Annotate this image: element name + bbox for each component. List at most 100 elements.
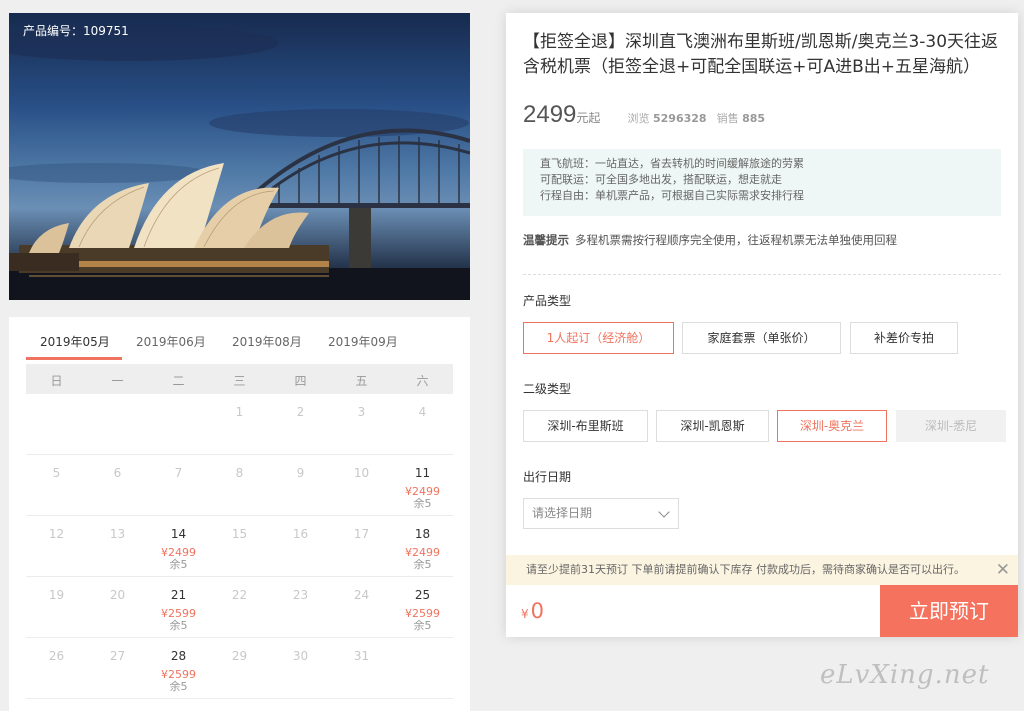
calendar-day: 19 bbox=[26, 577, 87, 638]
day-number: 4 bbox=[418, 405, 427, 419]
divider bbox=[523, 274, 1001, 275]
calendar-week-row: 5 6 7 8 9 10 11 ¥2499 余5 bbox=[26, 455, 453, 516]
product-panel: 【拒签全退】深圳直飞澳洲布里斯班/凯恩斯/奥克兰3-30天往返含税机票（拒签全退… bbox=[506, 13, 1018, 637]
calendar-day-available[interactable]: 25 ¥2599 余5 bbox=[392, 577, 453, 638]
option-single-economy[interactable]: 1人起订（经济舱） bbox=[523, 322, 674, 354]
travel-date-select[interactable]: 请选择日期 bbox=[523, 498, 679, 529]
calendar-day: 10 bbox=[331, 455, 392, 516]
calendar-day: 13 bbox=[87, 516, 148, 577]
day-number: 2 bbox=[296, 405, 305, 419]
calendar-day: 4 bbox=[392, 394, 453, 455]
day-number: 19 bbox=[48, 588, 65, 602]
currency-symbol: ¥ bbox=[521, 607, 529, 621]
calendar-day bbox=[392, 638, 453, 699]
day-number: 16 bbox=[292, 527, 309, 541]
calendar-day bbox=[26, 394, 87, 455]
tab-month-2019-09[interactable]: 2019年09月 bbox=[328, 333, 398, 350]
views-label: 浏览 bbox=[627, 112, 650, 125]
weekday-header: 日 一 二 三 四 五 六 bbox=[26, 364, 453, 394]
calendar-day: 24 bbox=[331, 577, 392, 638]
day-number: 27 bbox=[109, 649, 126, 663]
day-number: 30 bbox=[292, 649, 309, 663]
sales-label: 销售 bbox=[716, 112, 739, 125]
option-family-package[interactable]: 家庭套票（单张价） bbox=[682, 322, 841, 354]
day-number: 13 bbox=[109, 527, 126, 541]
day-stock: 余5 bbox=[169, 680, 188, 693]
calendar-week-row: 1 2 3 4 bbox=[26, 394, 453, 455]
day-number: 6 bbox=[113, 466, 122, 480]
option-shenzhen-auckland[interactable]: 深圳-奥克兰 bbox=[777, 410, 887, 442]
reminder: 温馨提示 多程机票需按行程顺序完全使用，往返程机票无法单独使用回程 bbox=[523, 232, 897, 248]
views-count: 5296328 bbox=[653, 112, 707, 125]
calendar-day: 1 bbox=[209, 394, 270, 455]
tab-month-2019-06[interactable]: 2019年06月 bbox=[136, 333, 206, 350]
option-shenzhen-brisbane[interactable]: 深圳-布里斯班 bbox=[523, 410, 648, 442]
price-row: 2499元起 浏览 5296328 销售 885 bbox=[523, 101, 775, 129]
travel-date-label: 出行日期 bbox=[523, 470, 572, 484]
day-stock: 余5 bbox=[413, 558, 432, 571]
day-number: 10 bbox=[353, 466, 370, 480]
option-shenzhen-cairns[interactable]: 深圳-凯恩斯 bbox=[656, 410, 769, 442]
close-icon[interactable]: ✕ bbox=[996, 555, 1010, 585]
calendar-day-available[interactable]: 21 ¥2599 余5 bbox=[148, 577, 209, 638]
calendar-day: 3 bbox=[331, 394, 392, 455]
weekday-sat: 六 bbox=[416, 374, 429, 388]
calendar-day-available[interactable]: 18 ¥2499 余5 bbox=[392, 516, 453, 577]
day-number: 18 bbox=[414, 527, 431, 541]
calendar-week-row: 26 27 28 ¥2599 余5 29 30 31 bbox=[26, 638, 453, 699]
departure-calendar: 2019年05月 2019年06月 2019年08月 2019年09月 日 一 … bbox=[9, 317, 470, 711]
day-number: 31 bbox=[353, 649, 370, 663]
option-price-difference[interactable]: 补差价专拍 bbox=[850, 322, 958, 354]
calendar-day: 2 bbox=[270, 394, 331, 455]
calendar-day: 8 bbox=[209, 455, 270, 516]
day-number: 17 bbox=[353, 527, 370, 541]
day-number: 1 bbox=[235, 405, 244, 419]
feature-box: 直飞航班：一站直达，省去转机的时间缓解旅途的劳累 可配联运：可全国多地出发，搭配… bbox=[523, 149, 1001, 216]
reminder-text: 多程机票需按行程顺序完全使用，往返程机票无法单独使用回程 bbox=[575, 233, 897, 247]
feature-item: 可配联运：可全国多地出发，搭配联运，想走就走 bbox=[540, 173, 782, 186]
calendar-day-available[interactable]: 11 ¥2499 余5 bbox=[392, 455, 453, 516]
day-number: 3 bbox=[357, 405, 366, 419]
chevron-down-icon bbox=[658, 506, 670, 518]
day-number: 26 bbox=[48, 649, 65, 663]
calendar-day: 15 bbox=[209, 516, 270, 577]
book-now-button[interactable]: 立即预订 bbox=[880, 585, 1018, 637]
calendar-day: 20 bbox=[87, 577, 148, 638]
weekday-fri: 五 bbox=[355, 374, 368, 388]
day-number: 14 bbox=[170, 527, 187, 541]
day-number: 9 bbox=[296, 466, 305, 480]
calendar-day-available[interactable]: 14 ¥2499 余5 bbox=[148, 516, 209, 577]
calendar-day: 29 bbox=[209, 638, 270, 699]
weekday-mon: 一 bbox=[111, 374, 124, 388]
calendar-day: 6 bbox=[87, 455, 148, 516]
day-stock: 余5 bbox=[169, 619, 188, 632]
day-number: 11 bbox=[414, 466, 431, 480]
weekday-wed: 三 bbox=[233, 374, 246, 388]
feature-item: 直飞航班：一站直达，省去转机的时间缓解旅途的劳累 bbox=[540, 157, 804, 170]
day-stock: 余5 bbox=[413, 619, 432, 632]
price-unit: 元起 bbox=[576, 111, 601, 125]
calendar-day: 22 bbox=[209, 577, 270, 638]
tab-month-2019-08[interactable]: 2019年08月 bbox=[232, 333, 302, 350]
day-number: 25 bbox=[414, 588, 431, 602]
calendar-day: 16 bbox=[270, 516, 331, 577]
stats: 浏览 5296328 销售 885 bbox=[628, 112, 776, 125]
tab-month-2019-05[interactable]: 2019年05月 bbox=[40, 333, 110, 350]
calendar-week-row: 12 13 14 ¥2499 余5 15 16 17 18 ¥2499 余5 bbox=[26, 516, 453, 577]
total-price: ¥0 bbox=[521, 599, 544, 623]
option-shenzhen-sydney: 深圳-悉尼 bbox=[896, 410, 1006, 442]
hero-image: 产品编号：109751 bbox=[9, 13, 470, 300]
calendar-day: 30 bbox=[270, 638, 331, 699]
day-number: 23 bbox=[292, 588, 309, 602]
total-amount: 0 bbox=[530, 599, 545, 623]
calendar-day bbox=[87, 394, 148, 455]
calendar-day: 12 bbox=[26, 516, 87, 577]
month-tabs: 2019年05月 2019年06月 2019年08月 2019年09月 bbox=[26, 317, 453, 361]
reminder-label: 温馨提示 bbox=[523, 233, 569, 247]
weekday-thu: 四 bbox=[294, 374, 307, 388]
day-number: 28 bbox=[170, 649, 187, 663]
sub-type-label: 二级类型 bbox=[523, 382, 572, 396]
day-number: 15 bbox=[231, 527, 248, 541]
calendar-day-available[interactable]: 28 ¥2599 余5 bbox=[148, 638, 209, 699]
day-number: 12 bbox=[48, 527, 65, 541]
